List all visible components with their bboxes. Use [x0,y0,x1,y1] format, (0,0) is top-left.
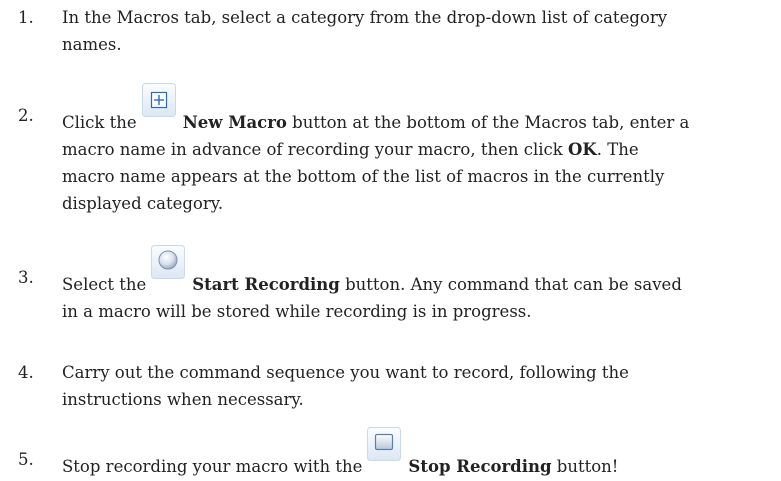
step-5-post: button! [556,457,619,476]
step-number: 1. [18,8,34,27]
step-2-pre: Click the [62,113,137,132]
step-4-line-2: instructions when necessary. [62,390,304,409]
step-number: 3. [18,268,34,287]
plus-box-icon [141,83,177,132]
new-macro-label: New Macro [182,113,287,132]
step-3-line-2: in a macro will be stored while recordin… [62,302,532,321]
step-2-line-1: Click the New Macro button at the bottom… [62,83,772,136]
step-text: Click the New Macro button at the bottom… [62,83,772,217]
step-text: In the Macros tab, select a category fro… [62,4,772,58]
step-2-line-4: displayed category. [62,194,224,213]
step-1-line-2: names. [62,35,122,54]
step-text: Carry out the command sequence you want … [62,359,772,413]
stop-square-icon [366,427,402,476]
start-recording-label: Start Recording [192,275,340,294]
step-5-pre: Stop recording your macro with the [62,457,363,476]
step-2-line-2-post: . The [596,140,639,159]
step-3-pre: Select the [62,275,147,294]
step-2-post: button at the bottom of the Macros tab, … [292,113,690,132]
step-number: 5. [18,450,34,469]
step-2-line-3: macro name appears at the bottom of the … [62,167,665,186]
record-circle-icon [150,245,186,294]
step-1-line-1: In the Macros tab, select a category fro… [62,8,668,27]
step-4-line-1: Carry out the command sequence you want … [62,363,629,382]
stop-recording-label: Stop Recording [408,457,552,476]
step-2-line-2-text: macro name in advance of recording your … [62,140,563,159]
step-3-line-1: Select the Start Recording button. Any c… [62,245,772,298]
step-3-post: button. Any command that can be saved [345,275,682,294]
step-2-line-2: macro name in advance of recording your … [62,136,772,163]
step-5-line-1: Stop recording your macro with the Stop … [62,427,772,480]
step-number: 2. [18,106,34,125]
step-text: Stop recording your macro with the Stop … [62,427,772,480]
step-text: Select the Start Recording button. Any c… [62,245,772,325]
step-number: 4. [18,363,34,382]
ok-label: OK [568,140,597,159]
